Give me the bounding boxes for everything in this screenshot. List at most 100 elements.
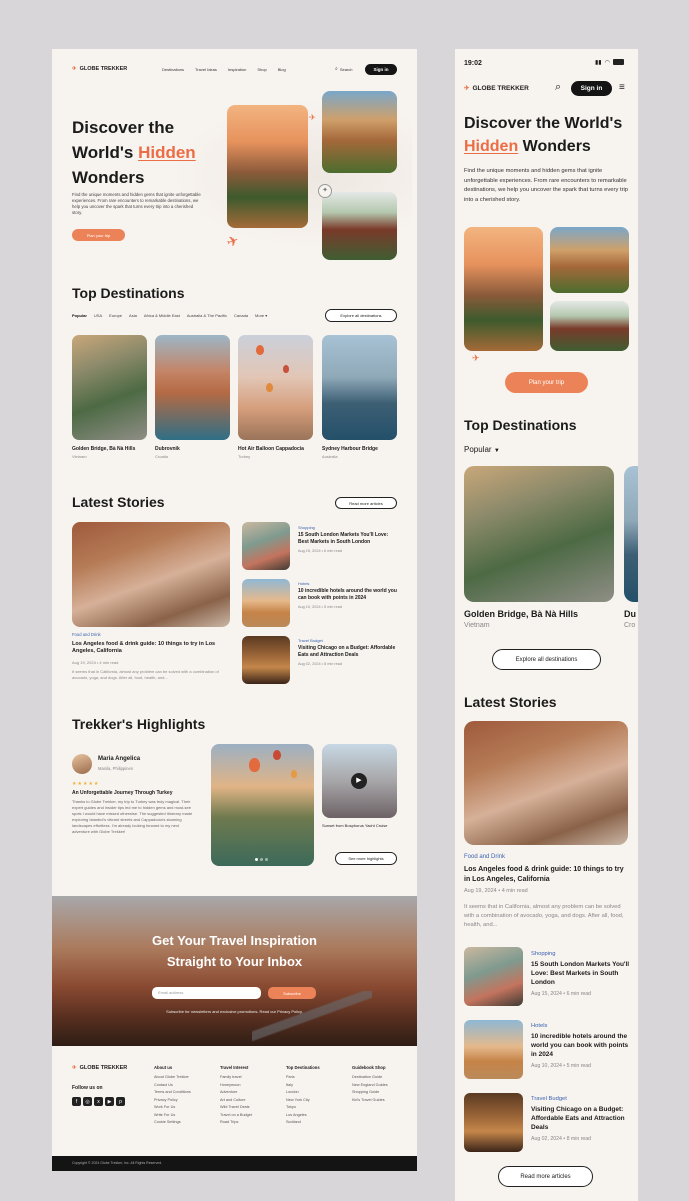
- carousel-dots[interactable]: [255, 858, 268, 861]
- destination-image[interactable]: [464, 466, 614, 602]
- story-meta: Aug 19, 2024 • 4 min read: [464, 888, 528, 894]
- footer-link[interactable]: Contact Us: [154, 1083, 191, 1087]
- destination-card[interactable]: Sydney Harbour Bridge Australia: [322, 446, 400, 459]
- story-image[interactable]: [464, 947, 523, 1006]
- footer-link[interactable]: Terms and Conditions: [154, 1090, 191, 1094]
- footer-link[interactable]: New York City: [286, 1098, 320, 1102]
- hero-image-pagoda: [550, 227, 629, 293]
- footer-link[interactable]: Los Angeles: [286, 1113, 320, 1117]
- search-icon[interactable]: ⌕: [555, 81, 561, 94]
- hero-body: Find the unique moments and hidden gems …: [72, 192, 201, 215]
- nav-inspiration[interactable]: Inspiration: [228, 67, 246, 72]
- filter-australia[interactable]: Australia & The Pacific: [187, 313, 227, 318]
- play-icon[interactable]: ▶: [351, 773, 367, 789]
- destination-image[interactable]: [72, 335, 147, 440]
- menu-icon[interactable]: ≡: [619, 82, 625, 93]
- filter-asia[interactable]: Asia: [129, 313, 137, 318]
- footer-link[interactable]: Shopping Guide: [352, 1090, 388, 1094]
- destination-image-peek[interactable]: [624, 466, 638, 602]
- subscribe-button[interactable]: Subscribe: [268, 987, 316, 999]
- logo[interactable]: ✈ GLOBE TREKKER: [72, 66, 127, 72]
- filter-usa[interactable]: USA: [94, 313, 102, 318]
- filter-dropdown[interactable]: Popular ▼: [464, 445, 500, 454]
- facebook-icon[interactable]: f: [72, 1097, 81, 1106]
- nav-travel-ideas[interactable]: Travel Ideas: [195, 67, 217, 72]
- story-image[interactable]: [242, 636, 290, 684]
- footer-link[interactable]: New England Guides: [352, 1083, 388, 1087]
- story-item[interactable]: Shopping 15 South London Markets You'll …: [298, 525, 398, 553]
- story-item[interactable]: Shopping 15 South London Markets You'll …: [531, 951, 631, 997]
- pinterest-icon[interactable]: p: [116, 1097, 125, 1106]
- footer-link[interactable]: London: [286, 1090, 320, 1094]
- destination-card[interactable]: Hot Air Balloon Cappadocia Turkey: [238, 446, 318, 459]
- story-image[interactable]: [464, 1093, 523, 1152]
- filter-europe[interactable]: Europe: [109, 313, 122, 318]
- nav-shop[interactable]: Shop: [257, 67, 266, 72]
- footer-link[interactable]: Work For Us: [154, 1105, 191, 1109]
- filter-canada[interactable]: Canada: [234, 313, 248, 318]
- filter-popular[interactable]: Popular: [72, 313, 87, 318]
- email-field[interactable]: Email address: [152, 987, 261, 999]
- explore-destinations-button[interactable]: Explore all destinations: [492, 649, 601, 670]
- story-main-image[interactable]: [464, 721, 628, 845]
- footer-link[interactable]: Write For Us: [154, 1113, 191, 1117]
- signin-button[interactable]: Sign in: [365, 64, 397, 75]
- footer-link[interactable]: Scotland: [286, 1120, 320, 1124]
- footer-link[interactable]: Paris: [286, 1075, 320, 1079]
- footer-link[interactable]: Honeymoon: [220, 1083, 252, 1087]
- signin-button[interactable]: Sign in: [571, 81, 612, 96]
- destination-image[interactable]: [322, 335, 397, 440]
- highlight-image[interactable]: [211, 744, 314, 866]
- destination-card[interactable]: Dubrovnik Croatia: [155, 446, 233, 459]
- filter-more[interactable]: More ▾: [255, 313, 267, 318]
- x-icon[interactable]: x: [94, 1097, 103, 1106]
- latest-stories-title: Latest Stories: [464, 694, 557, 710]
- story-item[interactable]: Travel Budget Visiting Chicago on a Budg…: [531, 1096, 631, 1142]
- story-item[interactable]: Hotels 10 incredible hotels around the w…: [531, 1023, 631, 1069]
- plan-trip-button[interactable]: Plan your trip: [505, 372, 588, 393]
- footer-link[interactable]: Italy: [286, 1083, 320, 1087]
- read-more-button[interactable]: Read more articles: [335, 497, 397, 509]
- nav-blog[interactable]: Blog: [278, 67, 286, 72]
- story-excerpt: It seems that in California, almost any …: [464, 904, 624, 928]
- footer-link[interactable]: About Globe Trekker: [154, 1075, 191, 1079]
- footer-logo[interactable]: ✈ GLOBE TREKKER: [72, 1065, 127, 1071]
- explore-destinations-button[interactable]: Explore all destinations: [325, 309, 397, 322]
- story-main-image[interactable]: [72, 522, 230, 627]
- story-image[interactable]: [464, 1020, 523, 1079]
- story-tag[interactable]: Food and Drink: [464, 854, 505, 860]
- destination-card-peek[interactable]: Du Cro: [624, 609, 636, 629]
- footer-link[interactable]: Road Trips: [220, 1120, 252, 1124]
- story-item[interactable]: Travel Budget Visiting Chicago on a Budg…: [298, 638, 398, 666]
- story-main-title[interactable]: Los Angeles food & drink guide: 10 thing…: [72, 641, 230, 655]
- footer-link[interactable]: Adventure: [220, 1090, 252, 1094]
- footer-link[interactable]: Wild Travel Deals: [220, 1105, 252, 1109]
- destination-image[interactable]: [155, 335, 230, 440]
- story-tag[interactable]: Food and Drink: [72, 632, 101, 637]
- footer-link[interactable]: Art and Culture: [220, 1098, 252, 1102]
- destination-card[interactable]: Golden Bridge, Bà Nà Hills Vietnam: [464, 609, 578, 629]
- story-item[interactable]: Hotels 10 incredible hotels around the w…: [298, 581, 398, 609]
- read-more-button[interactable]: Read more articles: [498, 1166, 593, 1187]
- video-thumbnail[interactable]: ▶: [322, 744, 397, 818]
- plan-trip-button[interactable]: Plan your trip: [72, 229, 125, 241]
- destination-card[interactable]: Golden Bridge, Bà Nà Hills Vietnam: [72, 446, 150, 459]
- story-image[interactable]: [242, 579, 290, 627]
- instagram-icon[interactable]: ◎: [83, 1097, 92, 1106]
- story-main-title[interactable]: Los Angeles food & drink guide: 10 thing…: [464, 865, 628, 884]
- filter-africa[interactable]: Africa & Middle East: [144, 313, 180, 318]
- nav-destinations[interactable]: Destinations: [162, 67, 184, 72]
- see-more-highlights-button[interactable]: See more highlights: [335, 852, 397, 865]
- footer-link[interactable]: Privacy Policy: [154, 1098, 191, 1102]
- footer-link[interactable]: Kid's Travel Guides: [352, 1098, 388, 1102]
- footer-link[interactable]: Cookie Settings: [154, 1120, 191, 1124]
- footer-link[interactable]: Destination Guide: [352, 1075, 388, 1079]
- footer-link[interactable]: Family travel: [220, 1075, 252, 1079]
- story-image[interactable]: [242, 522, 290, 570]
- logo[interactable]: ✈ GLOBE TREKKER: [464, 84, 529, 93]
- footer-link[interactable]: Travel on a Budget: [220, 1113, 252, 1117]
- destination-image[interactable]: [238, 335, 313, 440]
- search-link[interactable]: ⌕ Search: [335, 66, 353, 72]
- youtube-icon[interactable]: ▶: [105, 1097, 114, 1106]
- footer-link[interactable]: Tokyo: [286, 1105, 320, 1109]
